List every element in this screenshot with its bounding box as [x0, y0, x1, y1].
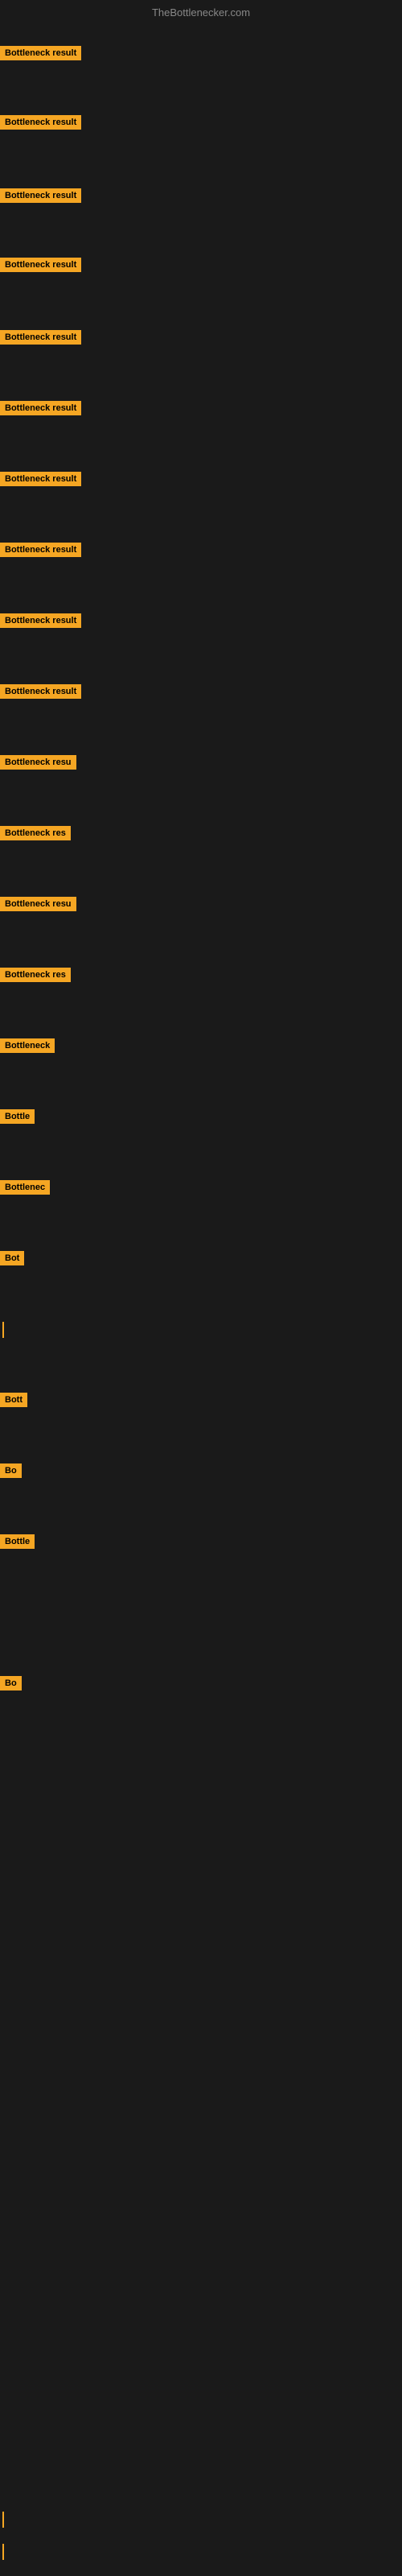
bottleneck-badge: Bottle: [0, 1534, 35, 1549]
bottleneck-badge: Bottleneck res: [0, 968, 71, 982]
bottleneck-badge: Bot: [0, 1251, 24, 1265]
site-title: TheBottlenecker.com: [0, 6, 402, 19]
bottleneck-badge: Bottleneck resu: [0, 755, 76, 770]
bottleneck-badge: Bottleneck result: [0, 115, 81, 130]
bottleneck-badge: Bottleneck result: [0, 684, 81, 699]
vertical-line: [2, 2512, 4, 2528]
bottleneck-badge: Bottleneck result: [0, 46, 81, 60]
bottleneck-badge: Bottleneck resu: [0, 897, 76, 911]
bottleneck-badge: Bottleneck: [0, 1038, 55, 1053]
bottleneck-badge: Bott: [0, 1393, 27, 1407]
bottleneck-badge: Bottleneck res: [0, 826, 71, 840]
bottleneck-badge: Bo: [0, 1463, 22, 1478]
bottleneck-badge: Bottleneck result: [0, 258, 81, 272]
bottleneck-badge: Bottleneck result: [0, 188, 81, 203]
bottleneck-badge: Bottlenec: [0, 1180, 50, 1195]
bottleneck-badge: Bottleneck result: [0, 613, 81, 628]
bottleneck-badge: Bottleneck result: [0, 472, 81, 486]
bottleneck-badge: Bottleneck result: [0, 330, 81, 345]
vertical-line: [2, 1322, 4, 1338]
bottleneck-badge: Bottleneck result: [0, 543, 81, 557]
bottleneck-badge: Bottle: [0, 1109, 35, 1124]
bottleneck-badge: Bottleneck result: [0, 401, 81, 415]
bottleneck-badge: Bo: [0, 1676, 22, 1690]
vertical-line: [2, 2544, 4, 2560]
